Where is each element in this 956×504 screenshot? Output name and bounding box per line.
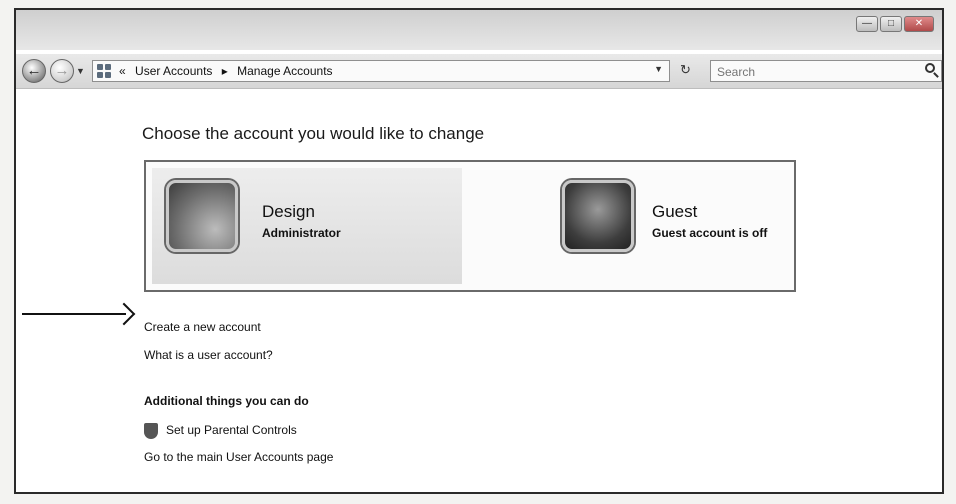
close-button[interactable]: ✕ bbox=[904, 16, 934, 32]
search-icon[interactable] bbox=[925, 63, 935, 73]
breadcrumb-overflow[interactable]: « bbox=[119, 64, 126, 78]
refresh-icon[interactable]: ↻ bbox=[680, 62, 691, 78]
breadcrumb-manage-accounts[interactable]: Manage Accounts bbox=[237, 64, 332, 78]
user-picture-icon bbox=[166, 180, 238, 252]
breadcrumb-separator-icon[interactable]: ▸ bbox=[222, 64, 228, 78]
control-panel-icon bbox=[97, 64, 113, 78]
title-bar: — □ ✕ bbox=[16, 10, 942, 50]
account-name: Guest bbox=[652, 202, 698, 221]
account-type: Administrator bbox=[262, 226, 341, 240]
explorer-window: — □ ✕ ← → ▼ « User Accounts ▸ Manage Acc… bbox=[14, 8, 944, 494]
back-button[interactable]: ← bbox=[22, 59, 46, 83]
user-picture-icon bbox=[562, 180, 634, 252]
additional-tasks-heading: Additional things you can do bbox=[144, 394, 309, 408]
minimize-button[interactable]: — bbox=[856, 16, 878, 32]
account-name: Design bbox=[262, 202, 315, 221]
recent-pages-dropdown-icon[interactable]: ▼ bbox=[76, 66, 85, 76]
address-dropdown-icon[interactable]: ▼ bbox=[654, 64, 663, 74]
breadcrumb: « User Accounts ▸ Manage Accounts bbox=[119, 64, 339, 78]
page: Control Panel Box coro: User Account and… bbox=[0, 0, 956, 504]
account-tile-guest[interactable]: Guest Guest account is off bbox=[546, 168, 786, 284]
account-tile-design[interactable]: Design Administrator bbox=[152, 168, 462, 284]
accounts-panel: Design Administrator Guest Guest account… bbox=[144, 160, 796, 292]
address-bar[interactable]: « User Accounts ▸ Manage Accounts ▼ bbox=[92, 60, 670, 82]
main-user-accounts-link[interactable]: Go to the main User Accounts page bbox=[144, 450, 333, 464]
shield-icon bbox=[144, 423, 158, 439]
what-is-user-account-link[interactable]: What is a user account? bbox=[144, 348, 273, 362]
forward-button[interactable]: → bbox=[50, 59, 74, 83]
annotation-arrow-icon bbox=[22, 302, 136, 326]
search-input[interactable] bbox=[715, 63, 909, 81]
breadcrumb-user-accounts[interactable]: User Accounts bbox=[135, 64, 212, 78]
page-title: Choose the account you would like to cha… bbox=[142, 124, 485, 143]
parental-controls-label: Set up Parental Controls bbox=[166, 423, 297, 437]
search-box[interactable] bbox=[710, 60, 942, 82]
account-status: Guest account is off bbox=[652, 226, 768, 240]
create-account-link[interactable]: Create a new account bbox=[144, 320, 261, 334]
maximize-button[interactable]: □ bbox=[880, 16, 902, 32]
navigation-bar: ← → ▼ « User Accounts ▸ Manage Accounts … bbox=[16, 54, 942, 89]
